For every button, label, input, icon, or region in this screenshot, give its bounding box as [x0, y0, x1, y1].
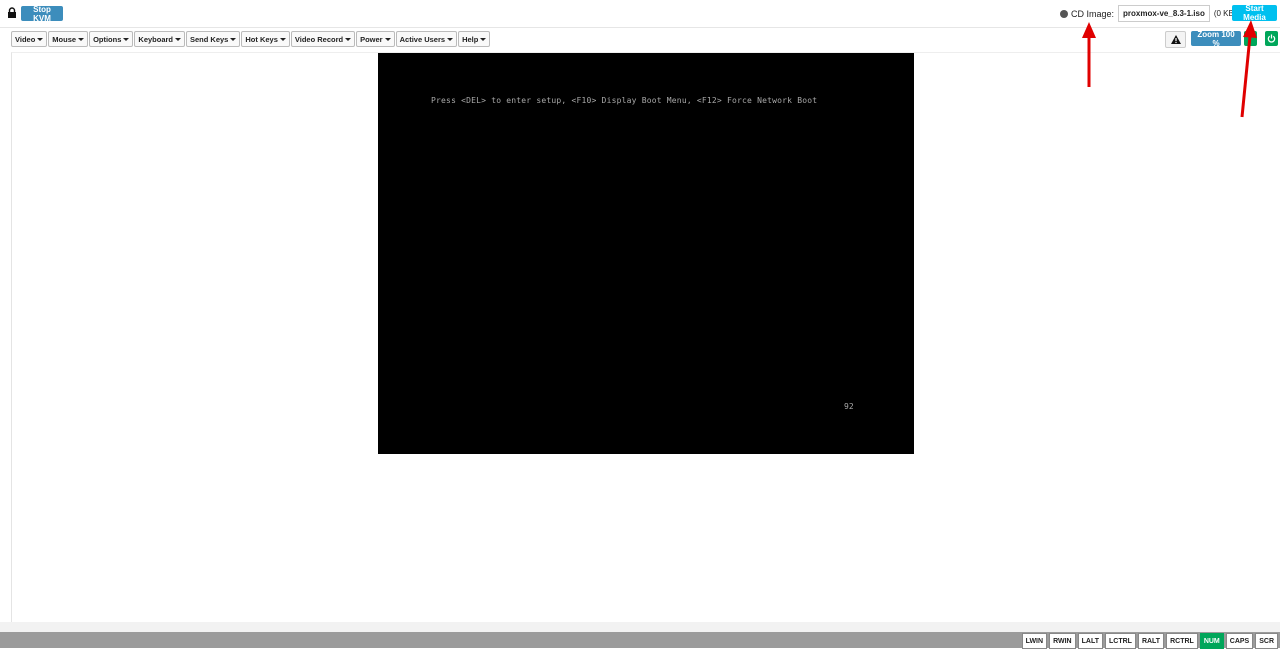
caret-down-icon	[480, 37, 487, 41]
annotation-arrow-start-media	[1240, 20, 1257, 118]
zoom-button[interactable]: Zoom 100 %	[1191, 30, 1241, 48]
caret-down-icon	[384, 37, 391, 41]
post-code: 92	[844, 402, 854, 411]
lock-keys-group: LWIN RWIN LALT LCTRL RALT RCTRL NUM CAPS…	[1020, 633, 1278, 649]
menu-video[interactable]: Video	[11, 31, 48, 47]
key-rwin[interactable]: RWIN	[1049, 633, 1076, 649]
key-rctrl[interactable]: RCTRL	[1166, 633, 1198, 649]
power-icon	[1267, 34, 1276, 43]
caret-down-icon	[175, 37, 181, 41]
stop-kvm-button[interactable]: Stop KVM	[21, 5, 63, 23]
caret-down-icon	[123, 37, 130, 41]
key-ralt[interactable]: RALT	[1137, 633, 1165, 649]
lock-icon	[8, 7, 16, 18]
menu-help[interactable]: Help	[458, 31, 491, 47]
key-lwin[interactable]: LWIN	[1021, 633, 1048, 649]
key-caps[interactable]: CAPS	[1225, 633, 1254, 649]
menu-video-record[interactable]: Video Record	[290, 31, 356, 47]
cd-status-icon	[1060, 9, 1068, 18]
caret-down-icon	[37, 37, 44, 41]
cd-image-label: CD Image:	[1071, 8, 1115, 19]
menu-hot-keys[interactable]: Hot Keys	[241, 31, 290, 47]
caret-down-icon	[78, 37, 85, 41]
menu-keyboard[interactable]: Keyboard	[134, 31, 185, 47]
status-bar: LWIN RWIN LALT LCTRL RALT RCTRL NUM CAPS…	[0, 632, 1280, 649]
key-scr[interactable]: SCR	[1255, 633, 1278, 649]
caret-down-icon	[230, 37, 237, 41]
caret-down-icon	[345, 37, 352, 41]
caret-down-icon	[447, 37, 454, 41]
cd-image-file-select[interactable]: proxmox-ve_8.3-1.iso	[1118, 5, 1210, 22]
power-button[interactable]	[1265, 31, 1278, 46]
menu-options[interactable]: Options	[89, 31, 134, 47]
menu-active-users[interactable]: Active Users	[395, 31, 458, 47]
menu-power[interactable]: Power	[356, 31, 395, 47]
viewport-footer	[0, 622, 1280, 632]
key-lalt[interactable]: LALT	[1077, 633, 1103, 649]
key-num[interactable]: NUM	[1199, 633, 1224, 649]
key-lctrl[interactable]: LCTRL	[1104, 633, 1136, 649]
kvm-menu-toolbar: Video Mouse Options Keyboard Send Keys H…	[11, 31, 491, 47]
warning-icon	[1170, 35, 1181, 44]
menu-mouse[interactable]: Mouse	[48, 31, 89, 47]
annotation-arrow-cd-image	[1082, 22, 1096, 87]
boot-message: Press <DEL> to enter setup, <F10> Displa…	[431, 96, 818, 105]
remote-console-screen[interactable]: Press <DEL> to enter setup, <F10> Displa…	[378, 53, 914, 454]
caret-down-icon	[279, 37, 286, 41]
menu-send-keys[interactable]: Send Keys	[186, 31, 241, 47]
warning-button[interactable]	[1165, 31, 1186, 48]
